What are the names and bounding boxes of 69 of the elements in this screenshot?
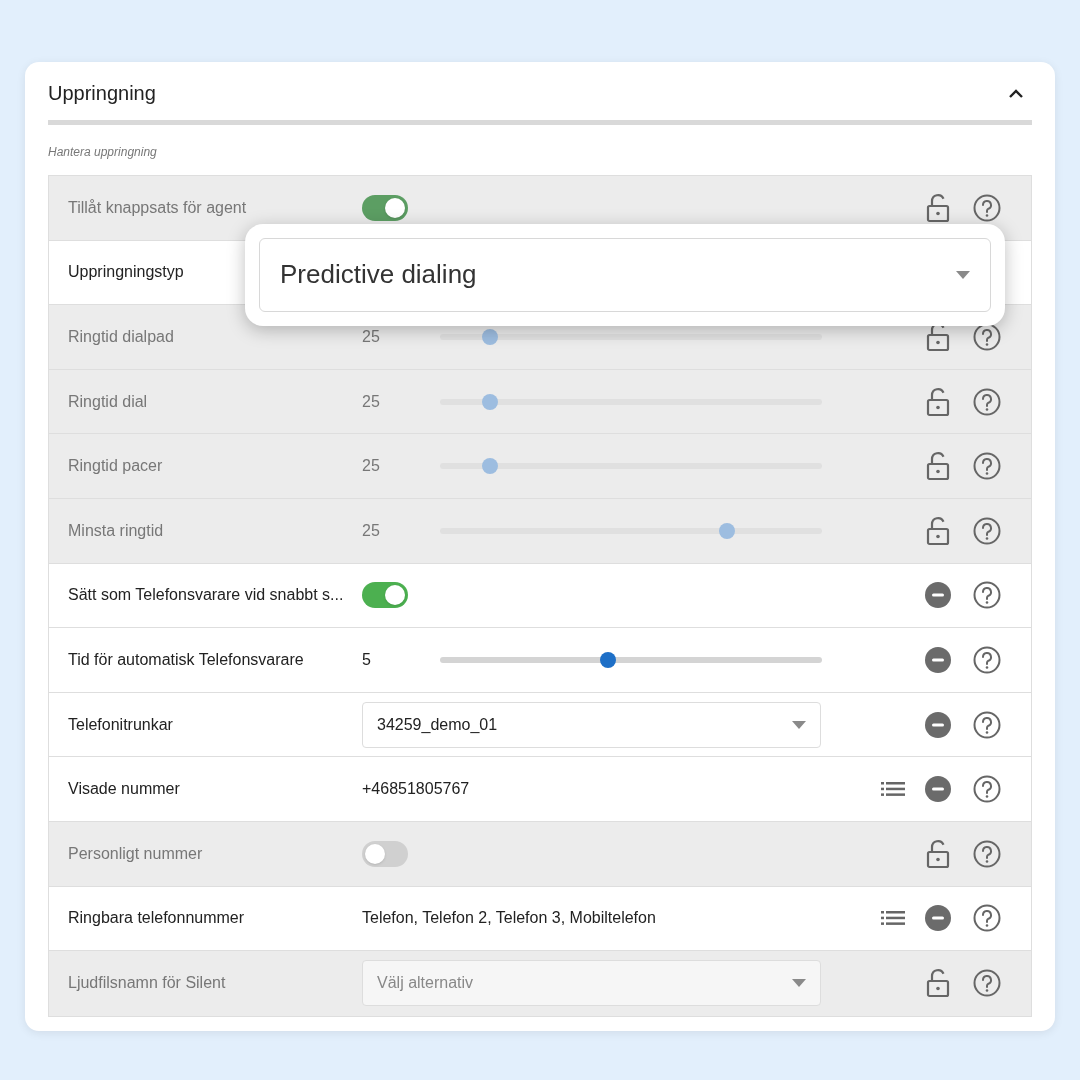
- setting-label: Ringbara telefonnummer: [68, 908, 245, 929]
- slider-value: 25: [362, 391, 381, 412]
- select-field[interactable]: 34259_demo_01: [362, 701, 821, 748]
- padlock-icon[interactable]: [926, 451, 950, 482]
- caret-icon: [792, 720, 806, 729]
- help-icon[interactable]: [973, 323, 1001, 351]
- caret-icon: [792, 979, 806, 988]
- slider[interactable]: [440, 329, 822, 345]
- select-field[interactable]: Predictive dialing: [259, 237, 991, 312]
- slider[interactable]: [440, 651, 822, 668]
- chevron-icon[interactable]: [1008, 88, 1024, 98]
- list-icon[interactable]: [881, 910, 905, 927]
- help-icon[interactable]: [973, 904, 1001, 933]
- slider-value: 25: [362, 456, 381, 477]
- setting-label: Minsta ringtid: [68, 520, 164, 541]
- list-icon[interactable]: [881, 781, 905, 798]
- setting-label: Uppringningstyp: [68, 262, 184, 283]
- setting-label: Tid för automatisk Telefonsvarare: [68, 649, 304, 670]
- slider[interactable]: [440, 393, 822, 410]
- help-icon[interactable]: [973, 193, 1001, 222]
- setting-label: Tillåt knappsats för agent: [68, 197, 247, 218]
- toggle-switch[interactable]: [362, 194, 408, 221]
- setting-label: Ringtid pacer: [68, 456, 163, 477]
- padlock-icon[interactable]: [926, 386, 950, 417]
- help-icon[interactable]: [973, 969, 1001, 998]
- select-placeholder: Välj alternativ: [377, 973, 474, 994]
- help-icon[interactable]: [973, 775, 1001, 804]
- slider-thumb[interactable]: [481, 393, 498, 410]
- select-value: 34259_demo_01: [377, 714, 498, 735]
- slider[interactable]: [440, 458, 822, 475]
- slider-thumb[interactable]: [481, 458, 498, 475]
- setting-label: Ringtid dial: [68, 391, 148, 412]
- slider-thumb[interactable]: [600, 651, 617, 668]
- setting-label: Ringtid dialpad: [68, 327, 174, 347]
- padlock-icon[interactable]: [926, 515, 950, 546]
- help-icon[interactable]: [973, 387, 1001, 416]
- help-icon[interactable]: [973, 710, 1001, 739]
- minus-circle-icon[interactable]: [925, 776, 951, 803]
- help-icon[interactable]: [973, 452, 1001, 481]
- toggle-switch[interactable]: [362, 582, 408, 609]
- field-value: Telefon, Telefon 2, Telefon 3, Mobiltelefon: [362, 908, 656, 929]
- setting-label: Ljudfilsnamn för Silent: [68, 973, 226, 994]
- padlock-icon[interactable]: [926, 192, 950, 223]
- help-icon[interactable]: [973, 645, 1001, 674]
- help-icon[interactable]: [973, 839, 1001, 868]
- slider-value: 25: [362, 327, 381, 347]
- slider[interactable]: [440, 522, 822, 539]
- section-title: Uppringning: [48, 81, 156, 106]
- slider-thumb[interactable]: [481, 329, 498, 345]
- setting-label: Telefonitrunkar: [68, 714, 173, 735]
- minus-circle-icon[interactable]: [925, 711, 951, 738]
- slider-value: 5: [362, 649, 372, 670]
- slider-value: 25: [362, 520, 381, 541]
- select-value: Predictive dialing: [280, 258, 477, 292]
- setting-label: Sätt som Telefonsvarare vid snabbt s...: [68, 585, 344, 606]
- minus-circle-icon[interactable]: [925, 646, 951, 673]
- setting-label: Personligt nummer: [68, 843, 203, 864]
- help-icon[interactable]: [973, 581, 1001, 610]
- padlock-icon[interactable]: [926, 968, 950, 999]
- minus-circle-icon[interactable]: [925, 905, 951, 932]
- padlock-icon[interactable]: [926, 838, 950, 869]
- help-icon[interactable]: [973, 516, 1001, 545]
- section-subtitle: Hantera uppringning: [48, 145, 157, 159]
- toggle-switch[interactable]: [362, 840, 408, 867]
- minus-circle-icon[interactable]: [925, 582, 951, 609]
- caret-icon: [956, 270, 970, 279]
- field-value: +46851805767: [362, 779, 470, 800]
- setting-label: Visade nummer: [68, 779, 180, 800]
- slider-thumb[interactable]: [718, 522, 735, 539]
